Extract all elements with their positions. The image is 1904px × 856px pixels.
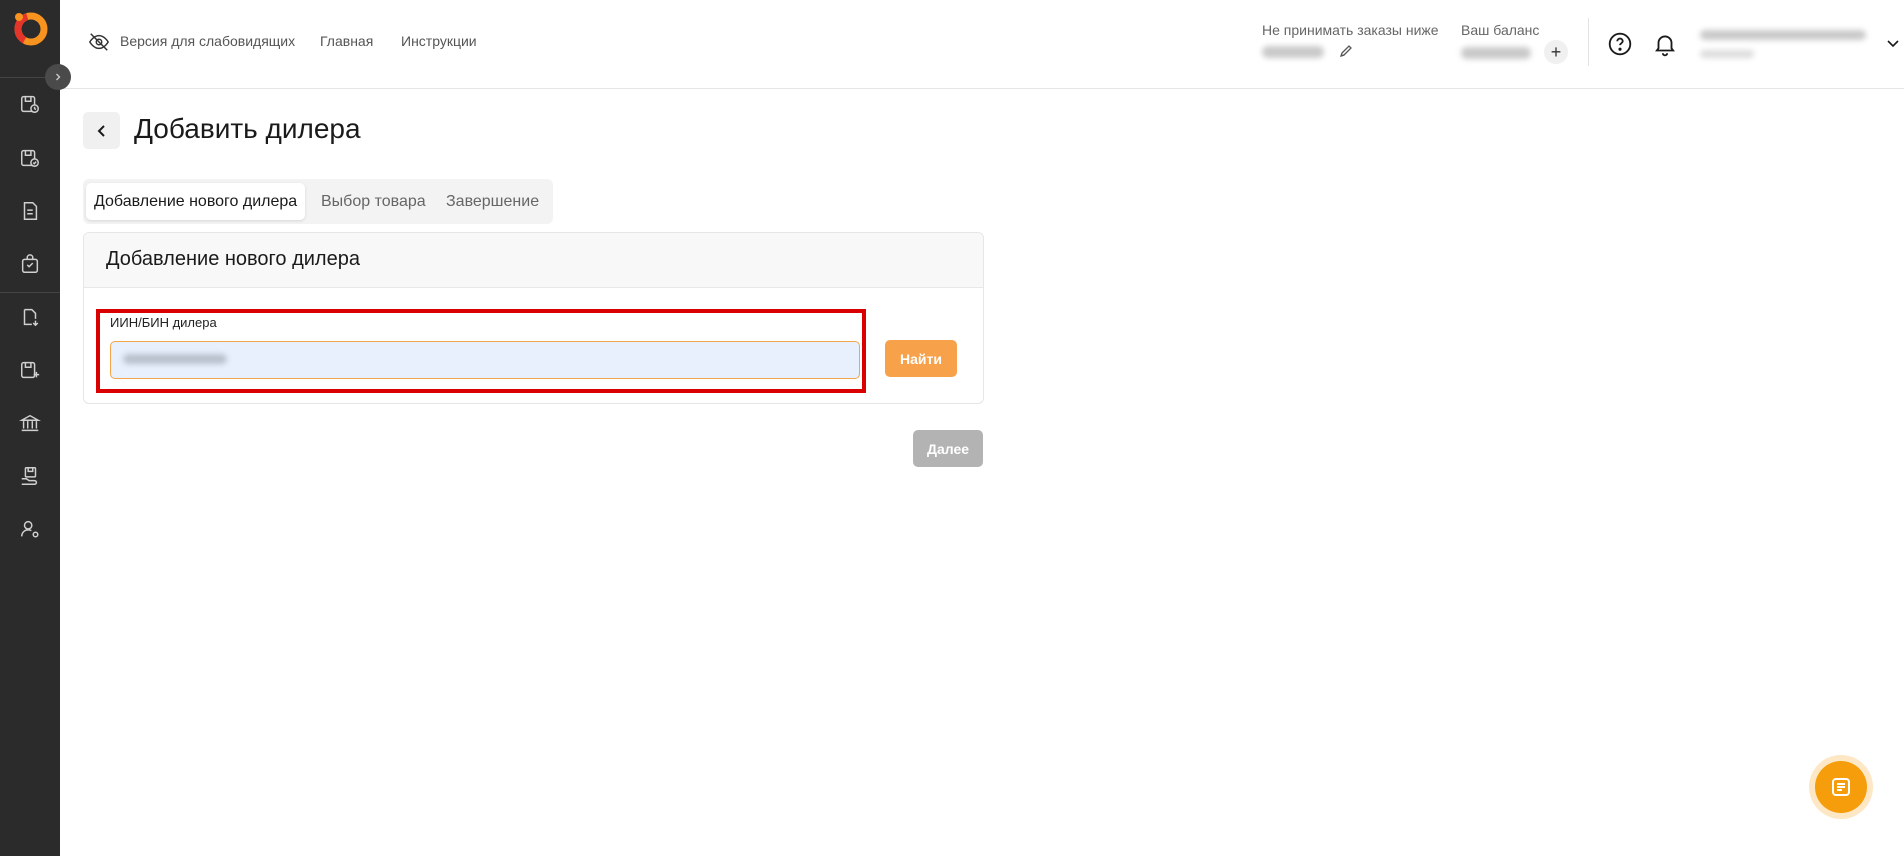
min-order-value — [1262, 46, 1324, 58]
bag-icon[interactable] — [18, 252, 42, 276]
header-divider — [1588, 18, 1589, 66]
chat-fab-button[interactable] — [1815, 761, 1867, 813]
stepper: Добавление нового дилера Выбор товара За… — [83, 179, 553, 224]
add-balance-button[interactable]: + — [1544, 40, 1568, 64]
delivery-icon[interactable] — [18, 464, 42, 488]
eye-off-icon[interactable] — [88, 31, 110, 53]
back-button[interactable] — [83, 112, 120, 149]
accessibility-link[interactable]: Версия для слабовидящих — [120, 33, 295, 49]
top-header: Версия для слабовидящих Главная Инструкц… — [60, 0, 1904, 89]
balance-value — [1461, 47, 1531, 59]
orders-history-icon[interactable] — [18, 92, 42, 116]
bell-icon[interactable] — [1652, 31, 1678, 57]
sidebar-divider — [0, 292, 60, 293]
iin-field-label: ИИН/БИН дилера — [110, 315, 217, 330]
card-title: Добавление нового дилера — [106, 248, 360, 270]
step-finish[interactable]: Завершение — [446, 183, 539, 220]
find-button[interactable]: Найти — [885, 340, 957, 377]
iin-input[interactable] — [110, 341, 860, 379]
iin-input-value — [123, 354, 227, 364]
orders-done-icon[interactable] — [18, 146, 42, 170]
user-name[interactable] — [1700, 30, 1866, 40]
next-button[interactable]: Далее — [913, 430, 983, 467]
user-settings-icon[interactable] — [18, 517, 42, 541]
help-icon[interactable] — [1607, 31, 1633, 57]
add-product-icon[interactable] — [18, 358, 42, 382]
import-icon[interactable] — [18, 305, 42, 329]
bank-icon[interactable] — [18, 411, 42, 435]
pencil-icon[interactable] — [1338, 43, 1354, 59]
sidebar-expand-button[interactable] — [45, 64, 71, 90]
card-header: Добавление нового дилера — [84, 233, 983, 288]
note-icon — [1832, 778, 1850, 796]
balance-label: Ваш баланс — [1461, 22, 1540, 38]
min-order-label: Не принимать заказы ниже — [1262, 22, 1439, 38]
chevron-down-icon[interactable] — [1886, 36, 1900, 50]
document-icon[interactable] — [18, 199, 42, 223]
user-role — [1700, 50, 1754, 58]
nav-instructions-link[interactable]: Инструкции — [401, 33, 477, 49]
sidebar — [0, 0, 60, 856]
step-new-dealer[interactable]: Добавление нового дилера — [86, 183, 306, 220]
logo-icon[interactable] — [12, 10, 48, 46]
dealer-form-card: Добавление нового дилера ИИН/БИН дилера … — [83, 232, 984, 404]
page-title: Добавить дилера — [134, 113, 361, 144]
nav-home-link[interactable]: Главная — [320, 33, 373, 49]
step-product-select[interactable]: Выбор товара — [321, 183, 426, 220]
